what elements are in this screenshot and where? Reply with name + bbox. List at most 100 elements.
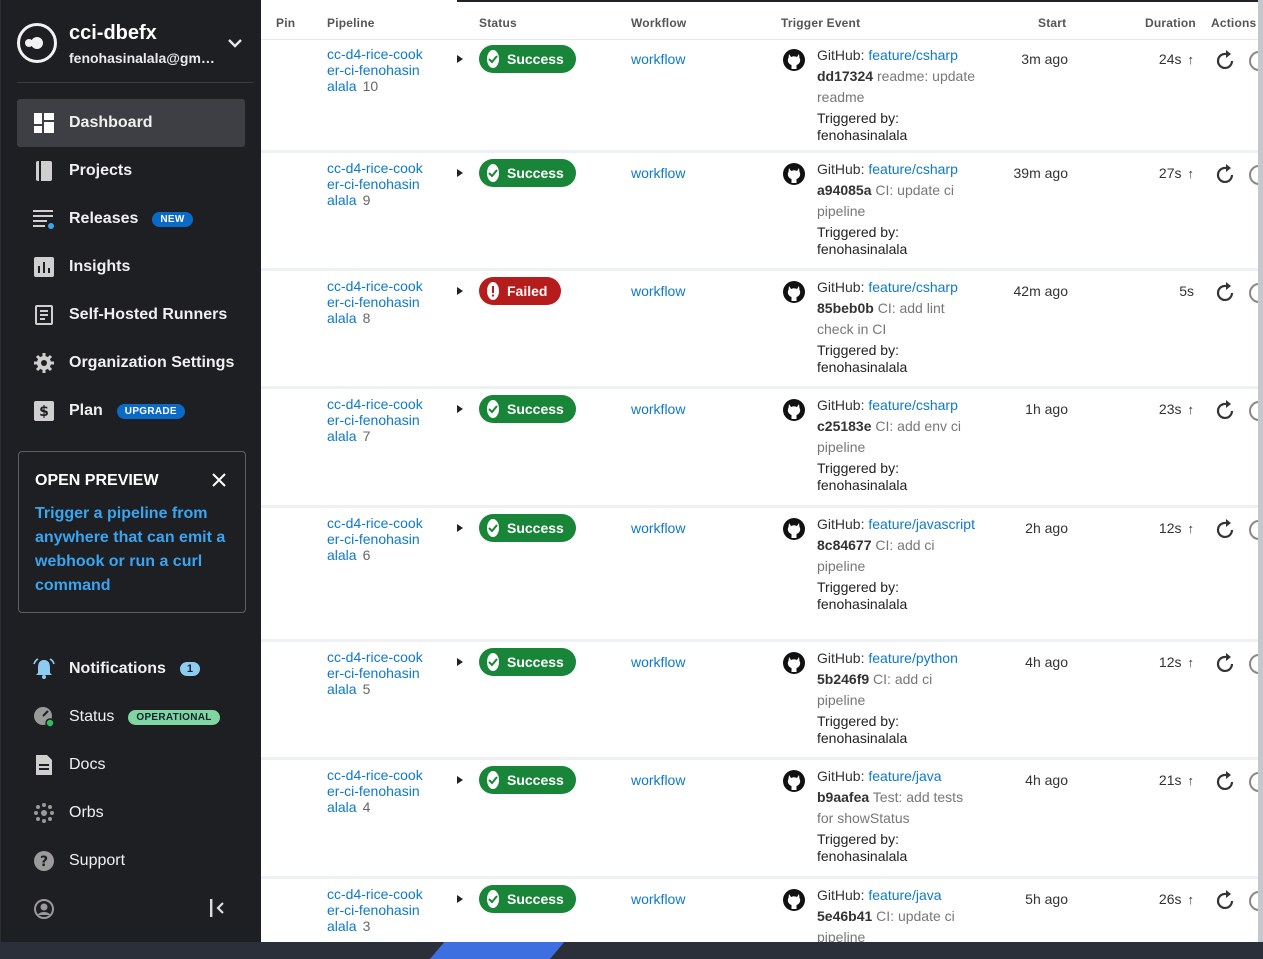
pipeline-link[interactable]: cc-d4-rice-cooker-ci-fenohasinalala 5 — [327, 649, 423, 697]
table-row: cc-d4-rice-cooker-ci-fenohasinalala 5 Suc… — [261, 644, 1258, 760]
branch-link[interactable]: feature/csharp — [868, 161, 958, 177]
workflow-link[interactable]: workflow — [631, 891, 685, 907]
pipelines-table: Pin Pipeline Status Workflow Trigger Eve… — [261, 0, 1258, 942]
provider-label: GitHub: — [817, 887, 865, 903]
upgrade-badge[interactable]: UPGRADE — [116, 403, 185, 419]
collapse-sidebar-icon[interactable] — [206, 897, 228, 919]
workflow-link[interactable]: workflow — [631, 51, 685, 67]
status-badge: OPERATIONAL — [128, 709, 220, 725]
column-header-pipeline: Pipeline — [327, 16, 375, 30]
document-icon — [33, 754, 55, 776]
pipeline-link[interactable]: cc-d4-rice-cooker-ci-fenohasinalala 10 — [327, 46, 423, 94]
sidebar-item-docs[interactable]: Docs — [17, 741, 245, 789]
pipeline-link[interactable]: cc-d4-rice-cooker-ci-fenohasinalala 9 — [327, 160, 423, 208]
sidebar-item-releases[interactable]: Releases NEW — [17, 195, 245, 243]
expand-caret-icon[interactable] — [457, 169, 463, 177]
sidebar-item-plan[interactable]: $ Plan UPGRADE — [17, 387, 245, 435]
expand-caret-icon[interactable] — [457, 405, 463, 413]
releases-icon — [33, 208, 55, 230]
trigger-event: GitHub: feature/java b9aafea Test: add t… — [817, 766, 983, 865]
sidebar-item-insights[interactable]: Insights — [17, 243, 245, 291]
expand-caret-icon[interactable] — [457, 776, 463, 784]
commit-sha[interactable]: 85beb0b — [817, 300, 874, 316]
status-badge[interactable]: Success — [479, 885, 576, 913]
rerun-icon[interactable] — [1214, 163, 1238, 187]
pipeline-link[interactable]: cc-d4-rice-cooker-ci-fenohasinalala 8 — [327, 278, 423, 326]
status-badge[interactable]: Success — [479, 159, 576, 187]
workflow-link[interactable]: workflow — [631, 654, 685, 670]
close-icon[interactable] — [211, 472, 227, 488]
workflow-link[interactable]: workflow — [631, 165, 685, 181]
cancel-icon[interactable] — [1249, 51, 1258, 71]
org-switcher[interactable]: cci-dbefx fenohasinalala@gmai... — [17, 20, 249, 80]
status-badge[interactable]: Success — [479, 45, 576, 73]
rerun-icon[interactable] — [1214, 518, 1238, 542]
commit-sha[interactable]: 5b246f9 — [817, 671, 869, 687]
triggered-by: Triggered by: fenohasinalala — [817, 224, 983, 258]
expand-caret-icon[interactable] — [457, 55, 463, 63]
sidebar-item-notifications[interactable]: Notifications 1 — [17, 645, 245, 693]
sidebar-item-status[interactable]: Status OPERATIONAL — [17, 693, 245, 741]
provider-label: GitHub: — [817, 650, 865, 666]
sidebar-item-orbs[interactable]: Orbs — [17, 789, 245, 837]
expand-caret-icon[interactable] — [457, 524, 463, 532]
chevron-down-icon[interactable] — [225, 36, 245, 50]
sidebar-item-org-settings[interactable]: Organization Settings — [17, 339, 245, 387]
status-badge[interactable]: Success — [479, 395, 576, 423]
pipeline-link[interactable]: cc-d4-rice-cooker-ci-fenohasinalala 4 — [327, 767, 423, 815]
status-badge[interactable]: Success — [479, 766, 576, 794]
expand-caret-icon[interactable] — [457, 895, 463, 903]
branch-link[interactable]: feature/javascript — [868, 516, 975, 532]
branch-link[interactable]: feature/java — [868, 768, 941, 784]
rerun-icon[interactable] — [1214, 281, 1238, 305]
commit-sha[interactable]: b9aafea — [817, 789, 869, 805]
expand-caret-icon[interactable] — [457, 287, 463, 295]
triggered-by-user: fenohasinalala — [817, 730, 908, 746]
org-email: fenohasinalala@gmai... — [69, 50, 219, 66]
branch-link[interactable]: feature/csharp — [868, 47, 958, 63]
status-badge[interactable]: Failed — [479, 277, 561, 305]
pipeline-link[interactable]: cc-d4-rice-cooker-ci-fenohasinalala 7 — [327, 396, 423, 444]
pipeline-link[interactable]: cc-d4-rice-cooker-ci-fenohasinalala 6 — [327, 515, 423, 563]
column-header-status: Status — [479, 16, 517, 30]
cancel-icon[interactable] — [1249, 283, 1258, 303]
cancel-icon[interactable] — [1249, 891, 1258, 911]
cancel-icon[interactable] — [1249, 401, 1258, 421]
preview-link[interactable]: Trigger a pipeline from anywhere that ca… — [35, 502, 235, 598]
expand-caret-icon[interactable] — [457, 658, 463, 666]
commit-sha[interactable]: 8c84677 — [817, 537, 872, 553]
branch-link[interactable]: feature/csharp — [868, 397, 958, 413]
cancel-icon[interactable] — [1249, 772, 1258, 792]
sidebar-item-runners[interactable]: Self-Hosted Runners — [17, 291, 245, 339]
sidebar-item-projects[interactable]: Projects — [17, 147, 245, 195]
rerun-icon[interactable] — [1214, 770, 1238, 794]
branch-link[interactable]: feature/java — [868, 887, 941, 903]
status-label: Success — [507, 654, 564, 670]
branch-link[interactable]: feature/python — [868, 650, 958, 666]
status-badge[interactable]: Success — [479, 514, 576, 542]
sidebar-item-support[interactable]: ? Support — [17, 837, 245, 885]
start-time: 2h ago — [1025, 520, 1068, 536]
rerun-icon[interactable] — [1214, 652, 1238, 676]
branch-link[interactable]: feature/csharp — [868, 279, 958, 295]
rerun-icon[interactable] — [1214, 399, 1238, 423]
cancel-icon[interactable] — [1249, 654, 1258, 674]
commit-sha[interactable]: dd17324 — [817, 68, 873, 84]
rerun-icon[interactable] — [1214, 49, 1238, 73]
sidebar-item-dashboard[interactable]: Dashboard — [17, 99, 245, 147]
pipeline-number: 7 — [362, 428, 371, 444]
commit-sha[interactable]: a94085a — [817, 182, 872, 198]
triggered-by: Triggered by: fenohasinalala — [817, 342, 983, 376]
workflow-link[interactable]: workflow — [631, 283, 685, 299]
workflow-link[interactable]: workflow — [631, 772, 685, 788]
cancel-icon[interactable] — [1249, 165, 1258, 185]
workflow-link[interactable]: workflow — [631, 401, 685, 417]
pipeline-link[interactable]: cc-d4-rice-cooker-ci-fenohasinalala 3 — [327, 886, 423, 934]
cancel-icon[interactable] — [1249, 520, 1258, 540]
commit-sha[interactable]: 5e46b41 — [817, 908, 872, 924]
commit-sha[interactable]: c25183e — [817, 418, 872, 434]
workflow-link[interactable]: workflow — [631, 520, 685, 536]
user-account-button[interactable] — [17, 885, 77, 933]
status-badge[interactable]: Success — [479, 648, 576, 676]
rerun-icon[interactable] — [1214, 889, 1238, 913]
